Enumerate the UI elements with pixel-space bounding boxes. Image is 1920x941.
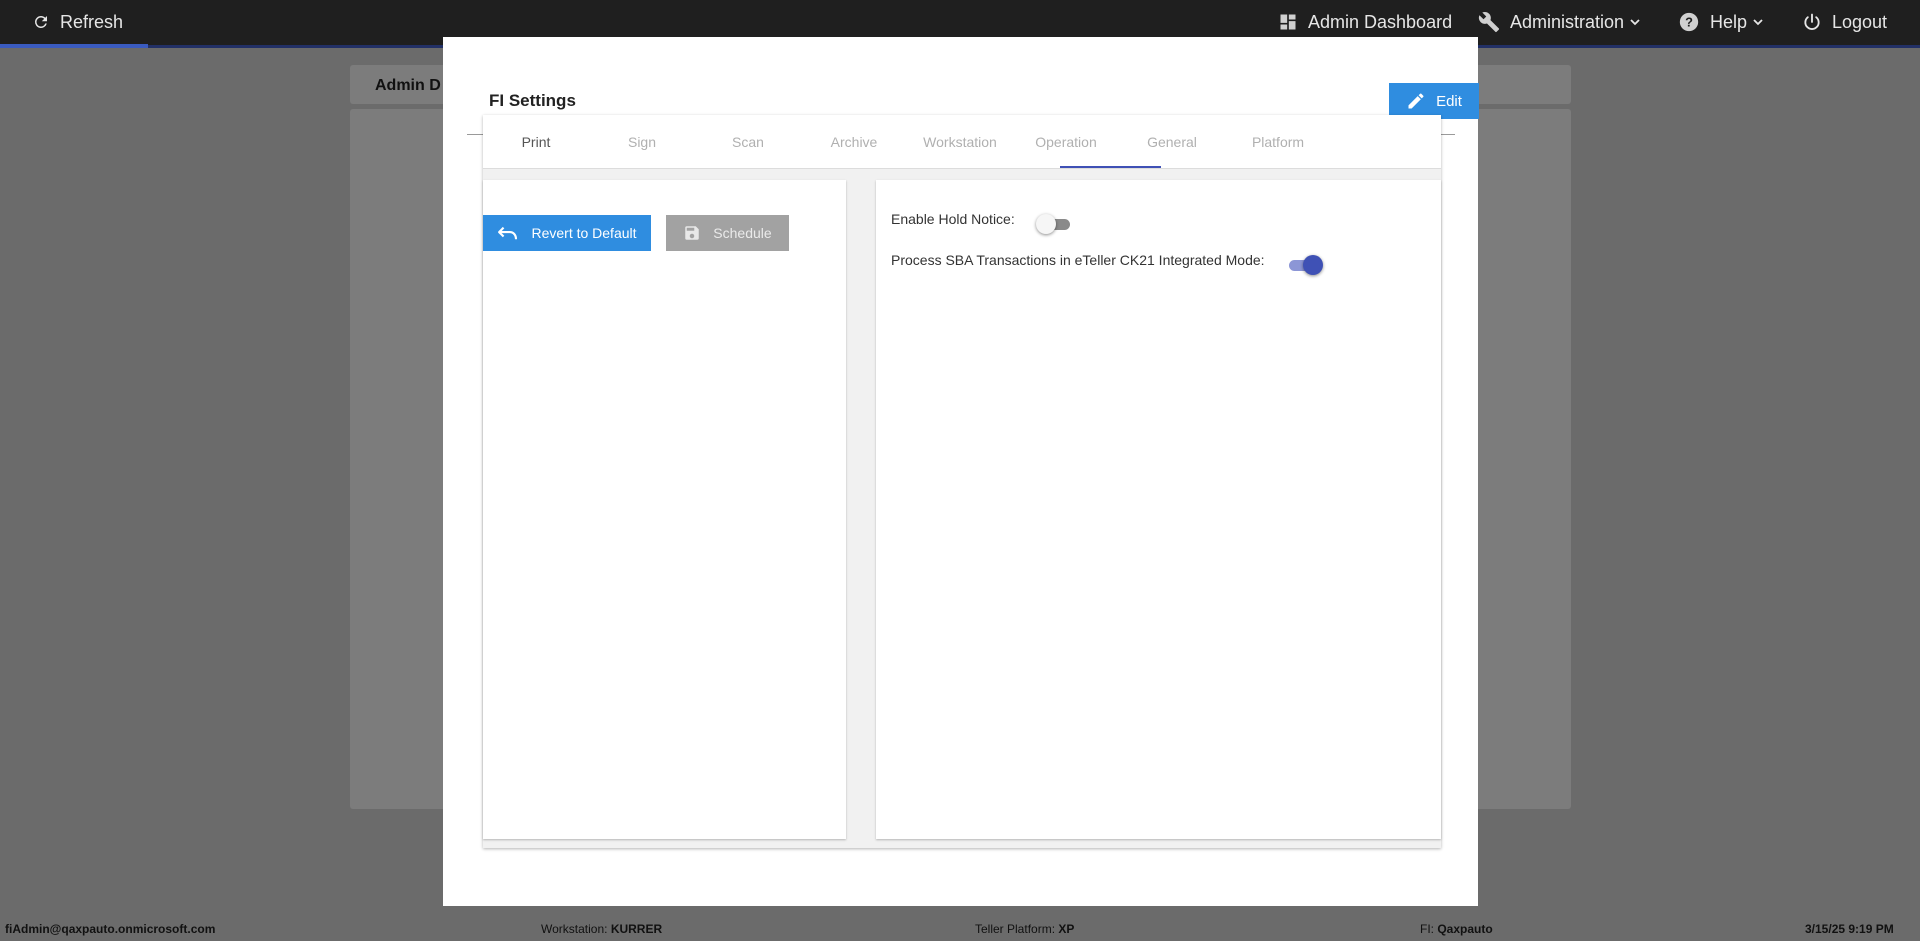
tab-label: General bbox=[1147, 134, 1197, 150]
workstation-label: Workstation: bbox=[541, 922, 608, 936]
actions-pane: Revert to Default Schedule bbox=[483, 180, 846, 839]
tab-workstation[interactable]: Workstation bbox=[907, 115, 1013, 169]
tab-operation[interactable]: Operation bbox=[1013, 115, 1119, 169]
active-tab-indicator bbox=[1060, 166, 1161, 168]
help-icon: ? bbox=[1679, 12, 1699, 32]
tab-label: Platform bbox=[1251, 134, 1305, 150]
workstation-status: Workstation: KURRER bbox=[541, 922, 662, 936]
fi-status: FI: Qaxpauto bbox=[1420, 922, 1493, 936]
administration-label: Administration bbox=[1510, 11, 1625, 32]
chevron-down-icon bbox=[1753, 19, 1763, 26]
tab-label: Workstation bbox=[923, 134, 997, 150]
admin-dashboard-label: Admin Dashboard bbox=[1308, 11, 1453, 32]
chevron-down-icon bbox=[1630, 19, 1640, 26]
dashboard-icon bbox=[1280, 14, 1296, 30]
help-label: Help bbox=[1710, 11, 1748, 32]
teller-platform-status: Teller Platform: XP bbox=[975, 922, 1074, 936]
background-page-title: Admin D bbox=[375, 77, 441, 94]
fi-value: Qaxpauto bbox=[1437, 922, 1493, 936]
tab-sign[interactable]: Sign bbox=[589, 115, 695, 169]
refresh-label: Refresh bbox=[60, 11, 124, 32]
logout-button[interactable]: Logout bbox=[1802, 0, 1887, 44]
process-sba-toggle[interactable] bbox=[1285, 254, 1323, 276]
settings-tabs: Print Sign Scan Archive Workstation Oper… bbox=[483, 115, 1441, 169]
dialog-title: FI Settings bbox=[489, 91, 576, 110]
refresh-icon bbox=[34, 15, 47, 28]
tab-print[interactable]: Print bbox=[483, 115, 589, 169]
schedule-label: Schedule bbox=[713, 225, 772, 241]
enable-hold-notice-toggle[interactable] bbox=[1036, 213, 1074, 235]
tab-platform[interactable]: Platform bbox=[1225, 115, 1331, 169]
fi-settings-dialog: FI Settings Edit Print Sign Scan Archive… bbox=[443, 37, 1479, 906]
help-menu[interactable]: ? Help bbox=[1678, 0, 1764, 44]
teller-platform-label: Teller Platform: bbox=[975, 922, 1056, 936]
logout-label: Logout bbox=[1832, 11, 1888, 32]
toggle-knob bbox=[1303, 255, 1323, 275]
fi-label: FI: bbox=[1420, 922, 1434, 936]
teller-platform-value: XP bbox=[1058, 922, 1075, 936]
tab-label: Archive bbox=[830, 134, 878, 150]
datetime: 3/15/25 9:19 PM bbox=[1805, 922, 1894, 936]
operation-settings-pane: Enable Hold Notice: Process SBA Transact… bbox=[876, 180, 1441, 839]
edit-label: Edit bbox=[1436, 92, 1462, 110]
enable-hold-notice-label: Enable Hold Notice: bbox=[891, 211, 1015, 227]
tab-label: Print bbox=[521, 134, 551, 150]
tab-general[interactable]: General bbox=[1119, 115, 1225, 169]
settings-card: Print Sign Scan Archive Workstation Oper… bbox=[483, 115, 1441, 848]
toggle-knob bbox=[1036, 214, 1056, 234]
revert-label: Revert to Default bbox=[531, 225, 637, 241]
wrench-icon bbox=[1478, 12, 1500, 33]
revert-to-default-button[interactable]: Revert to Default bbox=[483, 215, 651, 251]
undo-icon bbox=[498, 226, 518, 240]
status-bar: fiAdmin@qaxpauto.onmicrosoft.com Worksta… bbox=[0, 916, 1920, 941]
tab-label: Operation bbox=[1035, 134, 1097, 150]
tab-label: Scan bbox=[732, 134, 764, 150]
save-icon bbox=[685, 226, 700, 240]
tab-archive[interactable]: Archive bbox=[801, 115, 907, 169]
tab-label: Sign bbox=[627, 134, 657, 150]
power-icon bbox=[1804, 13, 1820, 30]
user-email: fiAdmin@qaxpauto.onmicrosoft.com bbox=[5, 922, 216, 936]
refresh-button[interactable]: Refresh bbox=[32, 0, 123, 44]
pencil-icon bbox=[1408, 93, 1424, 109]
edit-button[interactable]: Edit bbox=[1389, 83, 1479, 119]
schedule-button[interactable]: Schedule bbox=[666, 215, 789, 251]
workstation-value: KURRER bbox=[610, 922, 663, 936]
tab-scan[interactable]: Scan bbox=[695, 115, 801, 169]
loading-progress-bar bbox=[0, 44, 148, 48]
process-sba-label: Process SBA Transactions in eTeller CK21… bbox=[891, 252, 1265, 268]
svg-text:?: ? bbox=[1685, 15, 1693, 30]
administration-menu[interactable]: Administration bbox=[1478, 0, 1641, 44]
